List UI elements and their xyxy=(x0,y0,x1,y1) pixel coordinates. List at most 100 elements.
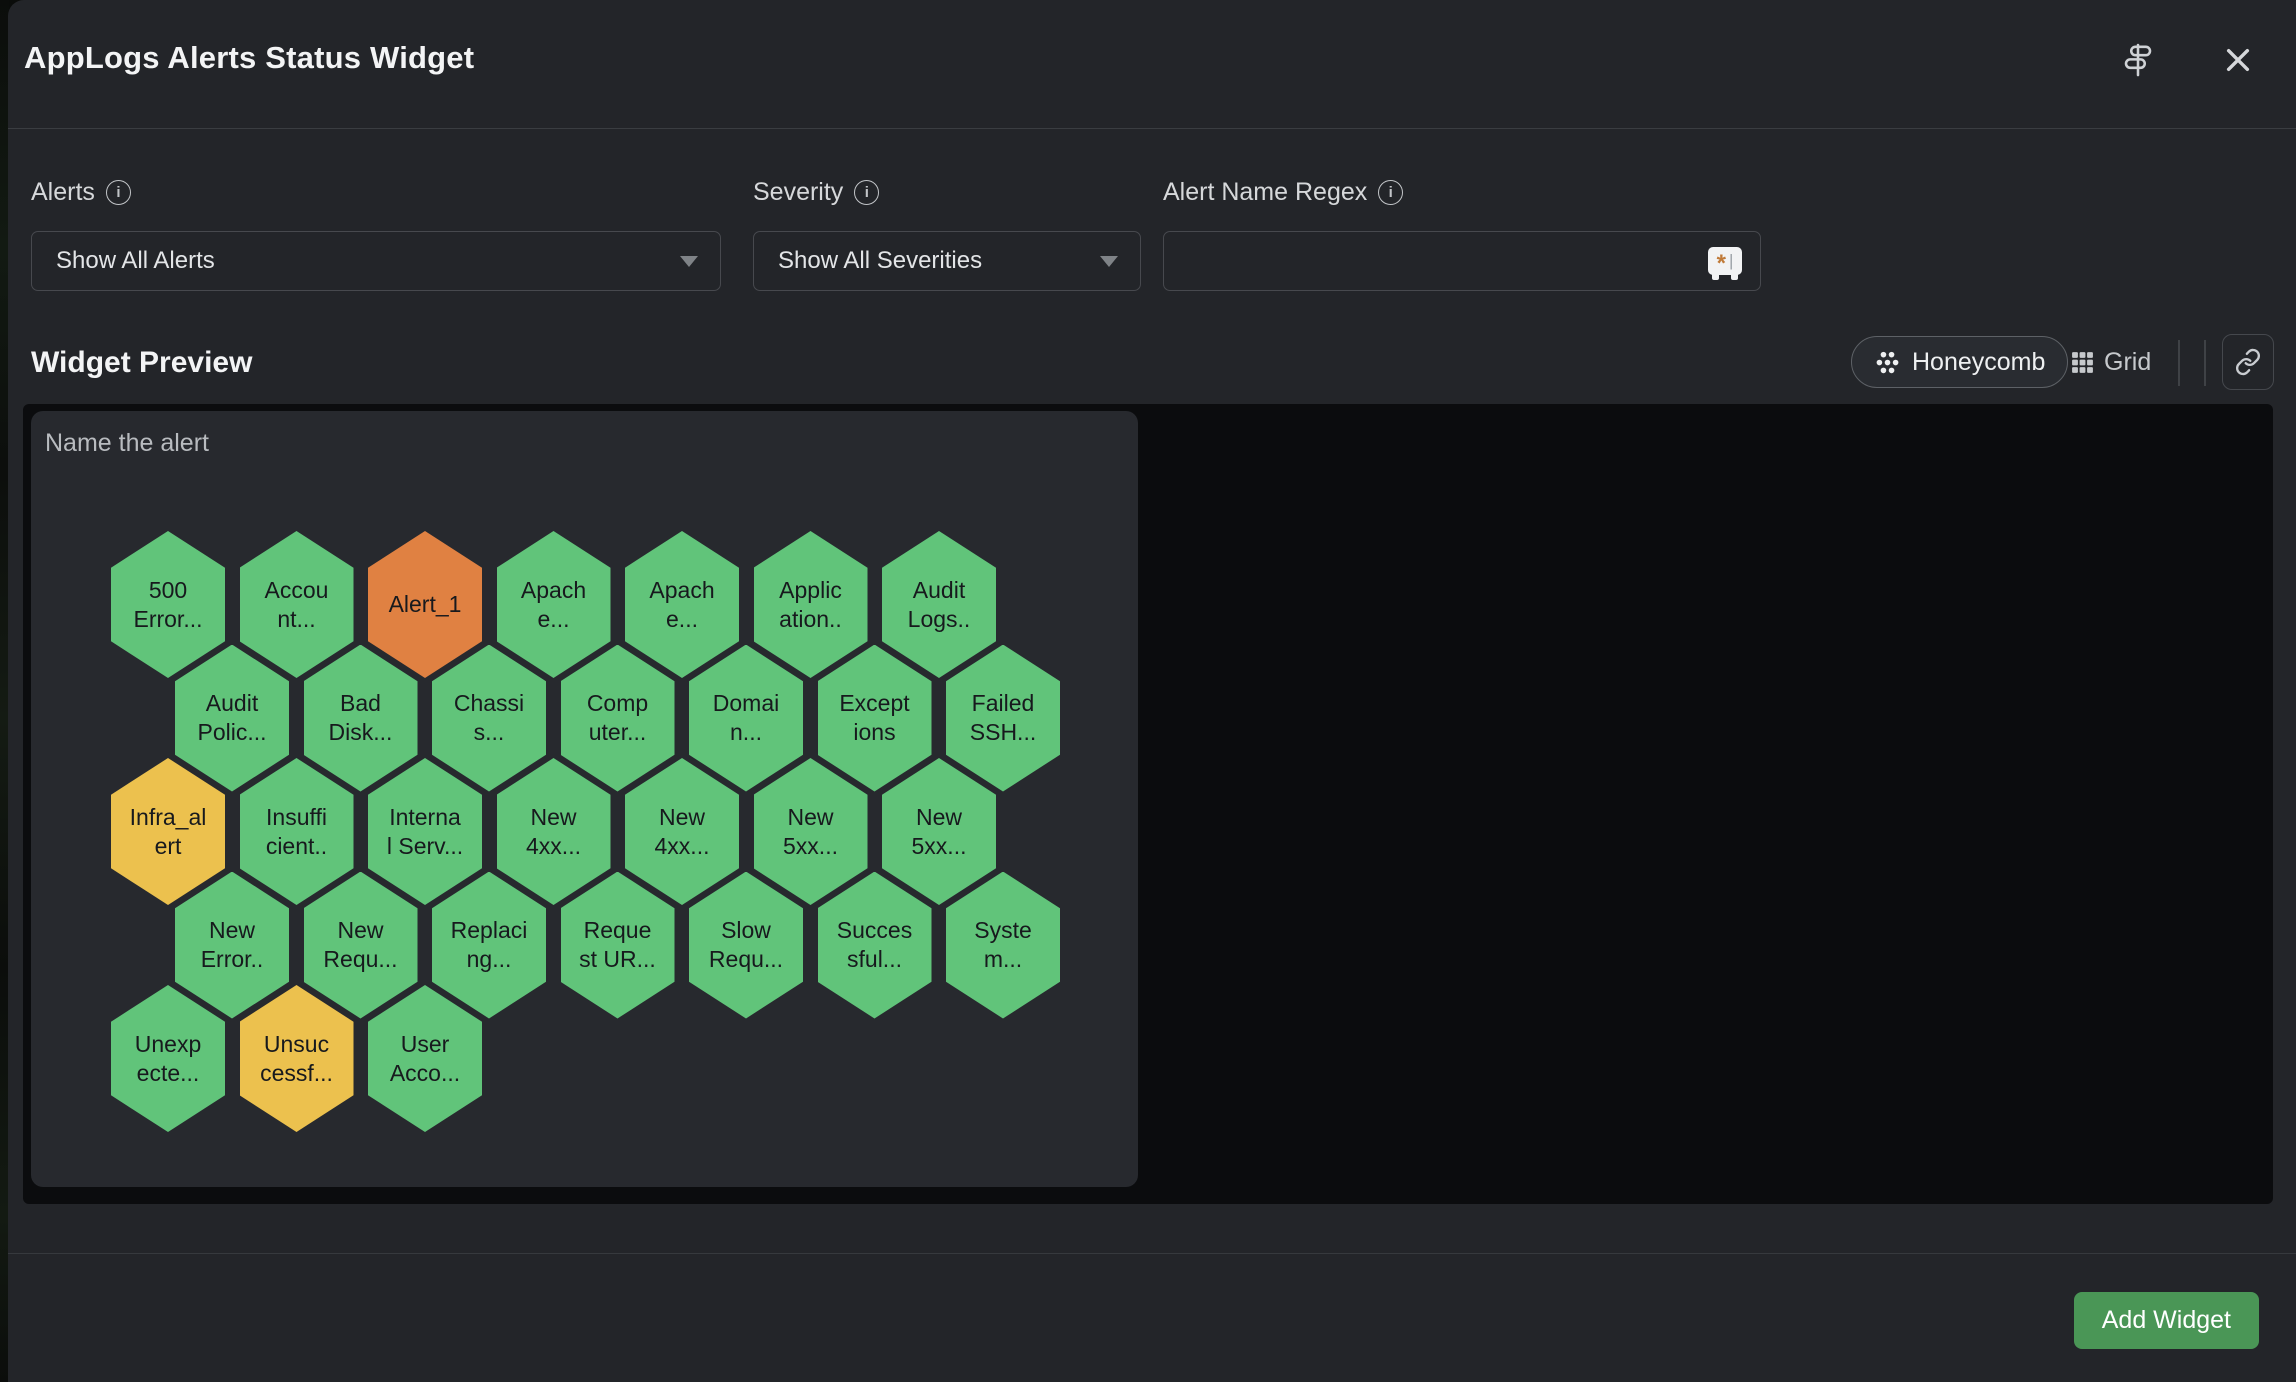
alert-hexagon-label: Bad xyxy=(340,689,381,718)
applogs-alerts-widget-dialog: AppLogs Alerts Status Widget xyxy=(8,0,2296,1382)
alert-hexagon[interactable]: FailedSSH... xyxy=(946,645,1060,792)
regex-icon[interactable]: *| xyxy=(1708,247,1742,275)
alert-hexagon-label: e... xyxy=(538,605,570,634)
alert-hexagon[interactable]: NewError.. xyxy=(175,872,289,1019)
widget-layout-button[interactable] xyxy=(2116,38,2160,82)
alert-name-regex-input[interactable] xyxy=(1188,231,1708,291)
alert-hexagon[interactable]: Exceptions xyxy=(818,645,932,792)
alert-hexagon[interactable]: NewRequ... xyxy=(304,872,418,1019)
alert-hexagon[interactable]: Successful... xyxy=(818,872,932,1019)
alert-hexagon-label: Chassi xyxy=(454,689,524,718)
grid-icon xyxy=(2070,350,2095,375)
alert-hexagon-label: ecte... xyxy=(137,1059,200,1088)
alert-hexagon-label: New xyxy=(916,803,962,832)
honeycomb-grid: 500Error...Account...Alert_1Apache...Apa… xyxy=(31,411,1138,1187)
alert-hexagon-label: ng... xyxy=(467,945,512,974)
grid-view-toggle[interactable]: Grid xyxy=(2070,336,2151,388)
alert-hexagon[interactable]: AuditLogs.. xyxy=(882,531,996,678)
alert-hexagon-label: Accou xyxy=(265,576,329,605)
alert-hexagon[interactable]: Apache... xyxy=(625,531,739,678)
alert-hexagon-label: New xyxy=(787,803,833,832)
alert-hexagon[interactable]: Unexpecte... xyxy=(111,985,225,1132)
alert-hexagon-label: Syste xyxy=(974,916,1032,945)
alert-hexagon[interactable]: Alert_1 xyxy=(368,531,482,678)
alert-hexagon[interactable]: SlowRequ... xyxy=(689,872,803,1019)
alerts-info-icon[interactable]: i xyxy=(106,180,131,205)
severity-info-icon[interactable]: i xyxy=(854,180,879,205)
alert-hexagon-label: Apach xyxy=(649,576,714,605)
alert-name-regex-box: *| xyxy=(1163,231,1761,291)
alert-hexagon-label: SSH... xyxy=(970,718,1036,747)
alert-hexagon-label: 4xx... xyxy=(655,832,710,861)
alert-hexagon-label: Audit xyxy=(913,576,965,605)
alert-hexagon-label: Failed xyxy=(972,689,1035,718)
widget-preview-area: Name the alert 500Error...Account...Aler… xyxy=(23,404,2273,1204)
honeycomb-icon xyxy=(1874,349,1901,376)
alert-hexagon[interactable]: Infra_alert xyxy=(111,758,225,905)
alert-hexagon[interactable]: Apache... xyxy=(497,531,611,678)
alert-hexagon-label: Unsuc xyxy=(264,1030,329,1059)
alert-hexagon[interactable]: New4xx... xyxy=(625,758,739,905)
alert-hexagon-label: Audit xyxy=(206,689,258,718)
alerts-dropdown-value: Show All Alerts xyxy=(56,247,215,275)
alert-hexagon-label: Polic... xyxy=(197,718,266,747)
alert-hexagon-label: 4xx... xyxy=(526,832,581,861)
alert-hexagon-label: Error... xyxy=(133,605,202,634)
widget-layout-icon xyxy=(2120,42,2156,78)
alert-hexagon-label: Interna xyxy=(389,803,461,832)
alert-hexagon-label: l Serv... xyxy=(387,832,463,861)
alert-hexagon-label: 5xx... xyxy=(783,832,838,861)
alerts-field: Alerts i Show All Alerts xyxy=(31,178,721,291)
add-widget-button[interactable]: Add Widget xyxy=(2074,1292,2259,1349)
alerts-label: Alerts xyxy=(31,178,95,207)
alert-hexagon[interactable]: New5xx... xyxy=(882,758,996,905)
chevron-down-icon xyxy=(1100,256,1118,267)
alert-hexagon[interactable]: Application.. xyxy=(754,531,868,678)
severity-dropdown[interactable]: Show All Severities xyxy=(753,231,1141,291)
alert-hexagon[interactable]: UserAcco... xyxy=(368,985,482,1132)
honeycomb-view-toggle[interactable]: Honeycomb xyxy=(1851,336,2068,388)
alert-hexagon-label: Replaci xyxy=(451,916,528,945)
header-actions xyxy=(2116,38,2260,82)
severity-field: Severity i Show All Severities xyxy=(753,178,1141,291)
alert-hexagon[interactable]: System... xyxy=(946,872,1060,1019)
alert-hexagon-label: s... xyxy=(474,718,505,747)
alert-hexagon-label: 5xx... xyxy=(912,832,967,861)
close-button[interactable] xyxy=(2216,38,2260,82)
alert-hexagon[interactable]: Internal Serv... xyxy=(368,758,482,905)
alert-hexagon[interactable]: Computer... xyxy=(561,645,675,792)
alert-hexagon-label: Requ... xyxy=(709,945,783,974)
alert-name-regex-field: Alert Name Regex i *| xyxy=(1163,178,1761,291)
footer-divider xyxy=(8,1253,2296,1254)
alert-hexagon[interactable]: BadDisk... xyxy=(304,645,418,792)
alert-name-regex-info-icon[interactable]: i xyxy=(1378,180,1403,205)
alert-hexagon-label: Unexp xyxy=(135,1030,201,1059)
alert-hexagon-label: Apach xyxy=(521,576,586,605)
alert-hexagon-label: Logs.. xyxy=(908,605,971,634)
grid-toggle-label: Grid xyxy=(2104,348,2151,377)
alert-hexagon[interactable]: New5xx... xyxy=(754,758,868,905)
screen: AppLogs Alerts Status Widget xyxy=(0,0,2296,1382)
alert-hexagon[interactable]: Account... xyxy=(240,531,354,678)
alert-hexagon-label: New xyxy=(209,916,255,945)
alert-hexagon[interactable]: Replacing... xyxy=(432,872,546,1019)
alert-hexagon[interactable]: Insufficient.. xyxy=(240,758,354,905)
alert-hexagon[interactable]: AuditPolic... xyxy=(175,645,289,792)
link-icon xyxy=(2234,348,2262,376)
alert-hexagon-label: Domai xyxy=(713,689,779,718)
link-button[interactable] xyxy=(2222,334,2274,390)
alert-hexagon-label: ions xyxy=(853,718,895,747)
alert-hexagon-label: cient.. xyxy=(266,832,327,861)
alert-hexagon[interactable]: Domain... xyxy=(689,645,803,792)
toolbar-separator xyxy=(2204,340,2206,386)
alerts-dropdown[interactable]: Show All Alerts xyxy=(31,231,721,291)
alert-hexagon[interactable]: New4xx... xyxy=(497,758,611,905)
alert-hexagon[interactable]: Request UR... xyxy=(561,872,675,1019)
alert-hexagon[interactable]: Unsuccessf... xyxy=(240,985,354,1132)
alert-hexagon-label: Comp xyxy=(587,689,648,718)
alert-hexagon[interactable]: Chassis... xyxy=(432,645,546,792)
alert-hexagon-label: Requ... xyxy=(323,945,397,974)
alert-hexagon[interactable]: 500Error... xyxy=(111,531,225,678)
alert-hexagon-label: 500 xyxy=(149,576,187,605)
severity-dropdown-value: Show All Severities xyxy=(778,247,982,275)
